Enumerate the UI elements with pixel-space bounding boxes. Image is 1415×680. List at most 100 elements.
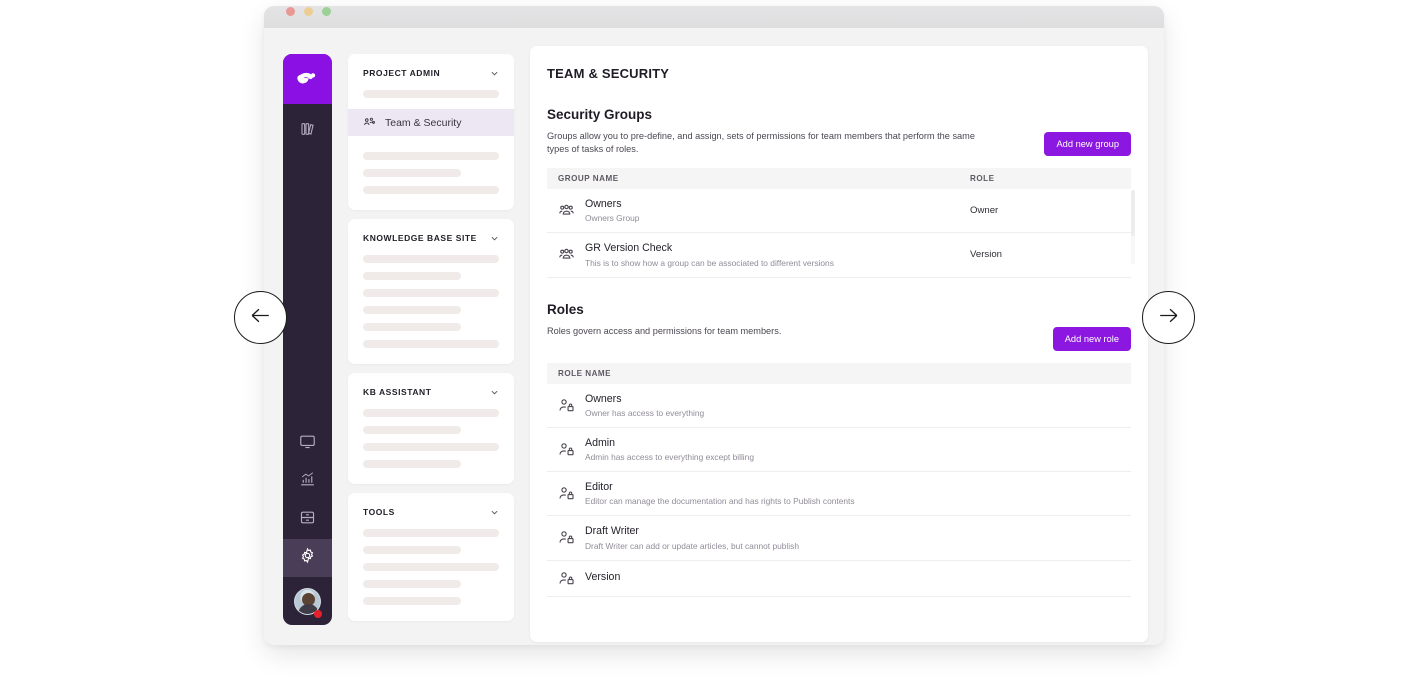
role-name: Version <box>585 571 621 584</box>
nav-skeleton <box>363 90 499 98</box>
sidebar-section-header[interactable]: KNOWLEDGE BASE SITE <box>363 233 499 243</box>
person-lock-icon <box>558 570 575 587</box>
group-name: Owners <box>585 198 622 211</box>
person-lock-icon <box>558 397 575 414</box>
group-role: Version <box>970 249 1002 261</box>
group-icon <box>363 116 376 129</box>
role-name: Editor <box>585 481 613 494</box>
gear-icon <box>299 547 316 569</box>
column-header-role: ROLE <box>970 174 995 184</box>
nav-skeleton <box>363 563 499 571</box>
nav-skeleton <box>363 255 499 263</box>
table-row[interactable]: Owners Owner has access to everything <box>547 384 1131 428</box>
group-icon <box>558 246 575 263</box>
roles-table: ROLE NAME Owners Owner has access to eve… <box>547 362 1131 597</box>
monitor-icon <box>299 433 316 455</box>
security-groups-section: Security Groups Groups allow you to pre-… <box>547 107 1135 278</box>
chevron-down-icon <box>490 69 499 78</box>
group-icon <box>558 202 575 219</box>
sidebar-section-kb-assistant: KB ASSISTANT <box>348 373 514 484</box>
nav-skeleton <box>363 323 461 331</box>
document360-logo[interactable] <box>283 54 332 104</box>
nav-skeleton <box>363 152 499 160</box>
rail-item-drive[interactable] <box>283 501 332 539</box>
sidebar-section-title: KNOWLEDGE BASE SITE <box>363 233 477 243</box>
nav-skeleton <box>363 529 499 537</box>
carousel-next-button[interactable] <box>1142 291 1195 344</box>
drawer-icon <box>299 509 316 531</box>
nav-skeleton <box>363 443 499 451</box>
rail-top-icons <box>283 104 332 150</box>
table-row[interactable]: Editor Editor can manage the documentati… <box>547 472 1131 517</box>
section-title: Roles <box>547 301 584 317</box>
analytics-icon <box>299 471 316 493</box>
security-groups-table: GROUP NAME ROLE Owners Owners Group Owne… <box>547 168 1135 278</box>
carousel-prev-button[interactable] <box>234 291 287 344</box>
main-content: TEAM & SECURITY Security Groups Groups a… <box>530 46 1148 642</box>
sidebar-section-header[interactable]: TOOLS <box>363 507 499 517</box>
section-header-row: Groups allow you to pre-define, and assi… <box>547 130 1131 156</box>
section-description: Roles govern access and permissions for … <box>547 325 782 336</box>
rail-item-knowledge-base[interactable] <box>283 112 332 150</box>
sidebar-item-team-security[interactable]: Team & Security <box>348 109 514 136</box>
add-new-role-button[interactable]: Add new role <box>1052 326 1131 351</box>
add-new-group-button[interactable]: Add new group <box>1044 132 1131 156</box>
table-row[interactable]: Version <box>547 561 1131 597</box>
page-title: TEAM & SECURITY <box>547 66 670 81</box>
role-name: Owners <box>585 392 622 405</box>
section-title: Security Groups <box>547 107 653 122</box>
nav-skeleton <box>363 580 461 588</box>
notification-badge <box>314 610 322 618</box>
rail-item-settings[interactable] <box>283 539 332 577</box>
books-icon <box>300 121 316 142</box>
column-header-group-name: GROUP NAME <box>558 174 619 184</box>
group-role: Owner <box>970 205 999 217</box>
rail-item-site[interactable] <box>283 425 332 463</box>
role-name: Admin <box>585 436 616 449</box>
nav-skeleton <box>363 306 461 314</box>
table-header: GROUP NAME ROLE <box>547 168 1131 190</box>
nav-skeleton <box>363 546 461 554</box>
person-lock-icon <box>558 441 575 458</box>
maximize-window-dot[interactable] <box>322 7 331 16</box>
section-description: Groups allow you to pre-define, and assi… <box>547 131 975 155</box>
column-header-role-name: ROLE NAME <box>558 368 612 378</box>
nav-skeleton <box>363 340 499 348</box>
chevron-down-icon <box>490 508 499 517</box>
role-description: Admin has access to everything except bi… <box>585 452 754 463</box>
sidebar-section-title: KB ASSISTANT <box>363 387 432 397</box>
table-row[interactable]: GR Version Check This is to show how a g… <box>547 233 1131 278</box>
chevron-down-icon <box>490 234 499 243</box>
nav-skeleton <box>363 169 461 177</box>
sidebar-section-title: PROJECT ADMIN <box>363 68 441 78</box>
arrow-left-icon <box>248 303 273 333</box>
table-row[interactable]: Admin Admin has access to everything exc… <box>547 428 1131 473</box>
role-description: Owner has access to everything <box>585 407 705 418</box>
table-row[interactable]: Draft Writer Draft Writer can add or upd… <box>547 516 1131 561</box>
rail-bottom-icons <box>283 425 332 625</box>
role-description: Draft Writer can add or update articles,… <box>585 540 799 551</box>
roles-section: Roles Roles govern access and permission… <box>547 302 1131 597</box>
sidebar-section-tools: TOOLS <box>348 493 514 621</box>
table-row[interactable]: Owners Owners Group Owner <box>547 189 1131 234</box>
sidebar-section-knowledge-base-site: KNOWLEDGE BASE SITE <box>348 219 514 364</box>
nav-skeleton <box>363 186 499 194</box>
browser-chrome-bar <box>264 6 1164 28</box>
window-traffic-lights <box>286 7 331 16</box>
sidebar-section-header[interactable]: KB ASSISTANT <box>363 387 499 397</box>
section-header-row: Roles govern access and permissions for … <box>547 325 1131 351</box>
icon-rail <box>283 54 332 625</box>
sidebar-section-title: TOOLS <box>363 507 395 517</box>
user-avatar[interactable] <box>283 577 332 625</box>
table-scrollbar-thumb[interactable] <box>1131 190 1135 237</box>
nav-skeleton <box>363 460 461 468</box>
close-window-dot[interactable] <box>286 7 295 16</box>
app-root: PROJECT ADMIN Team & Security KNOWLEDGE … <box>264 28 1164 645</box>
group-description: Owners Group <box>585 213 640 224</box>
sidebar-section-header[interactable]: PROJECT ADMIN <box>363 68 499 78</box>
person-lock-icon <box>558 529 575 546</box>
minimize-window-dot[interactable] <box>304 7 313 16</box>
rail-item-analytics[interactable] <box>283 463 332 501</box>
